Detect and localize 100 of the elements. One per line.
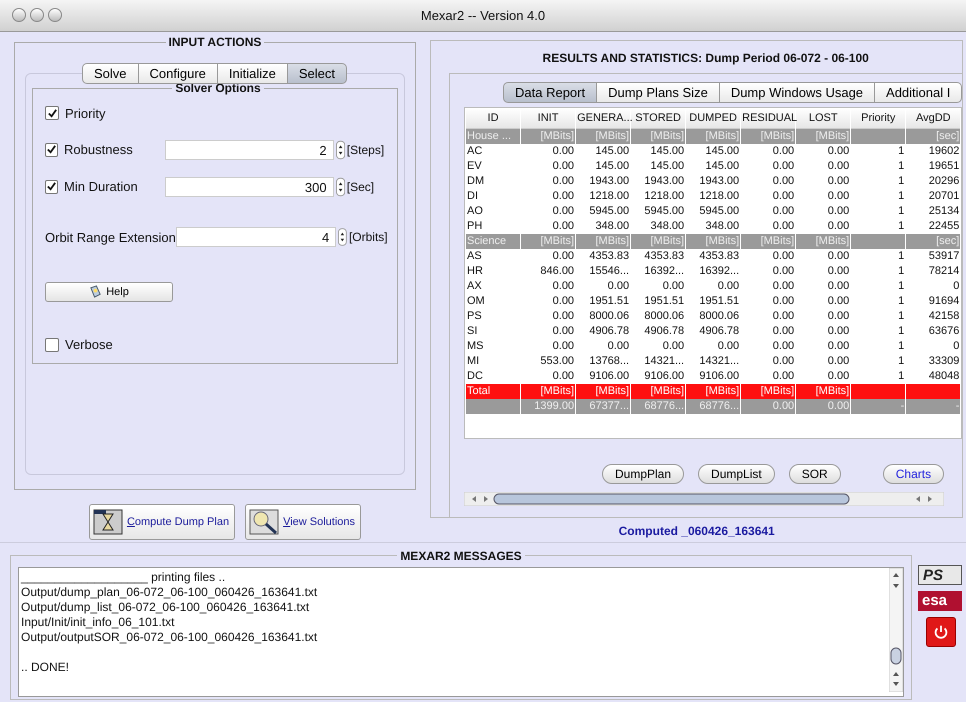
power-icon: [932, 623, 950, 641]
compute-button[interactable]: Compute Dump Plan: [88, 504, 236, 540]
table-cell-text: 4906.78: [698, 324, 740, 339]
horizontal-scrollbar[interactable]: [464, 492, 944, 506]
tab[interactable]: Dump Plans Size: [596, 82, 720, 103]
table-cell-text: 0.00: [772, 264, 796, 279]
table-cell-text: 0.00: [772, 294, 796, 309]
table-cell: -: [906, 398, 960, 414]
power-button[interactable]: [926, 617, 956, 647]
table-cell-text: 0.00: [826, 294, 850, 309]
table-cell-text: 0.00: [716, 338, 740, 354]
number-field[interactable]: 300: [165, 176, 334, 197]
table-cell-text: 0.00: [552, 324, 576, 339]
table-cell-text: 1218.00: [643, 188, 686, 204]
tab[interactable]: Initialize: [216, 62, 288, 84]
table-cell-text: 0.00: [552, 174, 576, 189]
table-cell: [MBits]: [521, 234, 576, 249]
table-cell-text: 19602: [928, 144, 960, 159]
table-cell: [MBits]: [686, 128, 740, 144]
table-cell-text: 0.00: [552, 338, 576, 354]
tab[interactable]: Data Report: [503, 82, 598, 103]
column-header[interactable]: LOST: [796, 108, 850, 129]
table-cell-text: 13768...: [588, 354, 630, 369]
spinner-icon[interactable]: [336, 176, 345, 197]
table-cell-text: 0.00: [772, 338, 796, 354]
vertical-scrollbar[interactable]: [889, 568, 903, 692]
table-cell-text: 0.00: [552, 278, 576, 294]
table-cell-text: 33309: [928, 354, 960, 369]
table-cell-text: 145.00: [594, 144, 630, 159]
table-cell-text: DC: [466, 368, 484, 384]
view-solutions-button[interactable]: View Solutions: [245, 504, 362, 540]
number-field[interactable]: 2: [165, 140, 334, 160]
table-cell-text: 0.00: [552, 204, 576, 219]
column-header[interactable]: STORED: [631, 108, 686, 129]
table-cell-text: 1: [897, 218, 906, 234]
table-cell: Science: [466, 234, 520, 249]
table-cell-text: 0.00: [826, 158, 850, 174]
table-cell: [MBits]: [521, 128, 576, 144]
table-cell-text: 348.00: [594, 218, 630, 234]
table-cell-text: 4906.78: [588, 324, 630, 339]
table-cell-text: 348.00: [704, 218, 740, 234]
tab[interactable]: Solve: [82, 62, 139, 84]
spinner-icon[interactable]: [336, 140, 345, 160]
option-label: Priority: [65, 106, 106, 121]
column-header[interactable]: DUMPED: [686, 108, 740, 129]
table-cell-text: 0.00: [552, 308, 576, 324]
column-header[interactable]: AvgDD: [906, 108, 960, 129]
checkbox[interactable]: [45, 338, 59, 352]
column-header[interactable]: INIT: [521, 108, 576, 129]
table-cell-text: 0.00: [772, 354, 796, 369]
table-cell-text: 0.00: [552, 144, 576, 159]
tab[interactable]: Select: [286, 62, 347, 84]
tab[interactable]: Configure: [138, 62, 218, 84]
window-control-icon[interactable]: [30, 8, 44, 22]
table-cell-text: OM: [466, 294, 486, 309]
checkbox[interactable]: [45, 142, 58, 157]
table-cell: [MBits]: [576, 128, 630, 144]
log-line: Input/Init/init_info_06_101.txt: [21, 615, 174, 629]
table-cell-text: 48048: [928, 368, 960, 384]
table-cell-text: 91694: [928, 294, 960, 309]
table-cell-text: 0.00: [606, 338, 630, 354]
number-field[interactable]: 4: [176, 227, 336, 248]
pill-button[interactable]: DumpList: [698, 464, 775, 484]
column-header[interactable]: Priority: [851, 108, 906, 129]
table-cell-text: AO: [466, 204, 484, 219]
magnifier-icon: [249, 508, 280, 535]
window-control-icon[interactable]: [12, 8, 26, 22]
table-cell-text: 25134: [928, 204, 960, 219]
column-header[interactable]: RESIDUAL: [741, 108, 796, 129]
table-cell-text: 1951.51: [698, 294, 740, 309]
table-cell-text: 0.00: [716, 278, 740, 294]
table-cell: [MBits]: [741, 234, 796, 249]
table-cell-text: 0.00: [826, 218, 850, 234]
spinner-icon[interactable]: [338, 227, 347, 248]
column-header[interactable]: ID: [466, 108, 520, 129]
table-cell-text: 0.00: [826, 278, 850, 294]
option-label: Orbit Range Extension: [45, 230, 176, 245]
help-button[interactable]: Help: [45, 282, 173, 302]
table-cell-text: 0.00: [772, 368, 796, 384]
table-cell: [MBits]: [741, 384, 796, 399]
window-title: Mexar2 -- Version 4.0: [420, 8, 546, 23]
table-cell-text: 5945.00: [588, 204, 630, 219]
table-cell-text: 0.00: [772, 278, 796, 294]
table-cell-text: 0.00: [772, 174, 796, 189]
tab[interactable]: Additional I: [874, 82, 962, 103]
tab[interactable]: Dump Windows Usage: [718, 82, 876, 103]
option-label: Verbose: [65, 337, 113, 352]
pill-button[interactable]: SOR: [788, 464, 841, 484]
panel-title: INPUT ACTIONS: [166, 34, 264, 49]
pill-button[interactable]: DumpPlan: [602, 464, 684, 484]
table-cell-text: AS: [466, 248, 483, 264]
checkbox[interactable]: [45, 180, 58, 194]
table-cell-text: 0.00: [662, 338, 686, 354]
table-cell-text: 145.00: [649, 144, 686, 159]
column-header[interactable]: GENERA...: [576, 108, 630, 129]
pill-button[interactable]: Charts: [882, 464, 944, 484]
window-control-icon[interactable]: [48, 8, 62, 22]
checkbox[interactable]: [45, 106, 59, 120]
table-cell-text: 0.00: [826, 144, 850, 159]
table-cell-text: 14321...: [643, 354, 686, 369]
